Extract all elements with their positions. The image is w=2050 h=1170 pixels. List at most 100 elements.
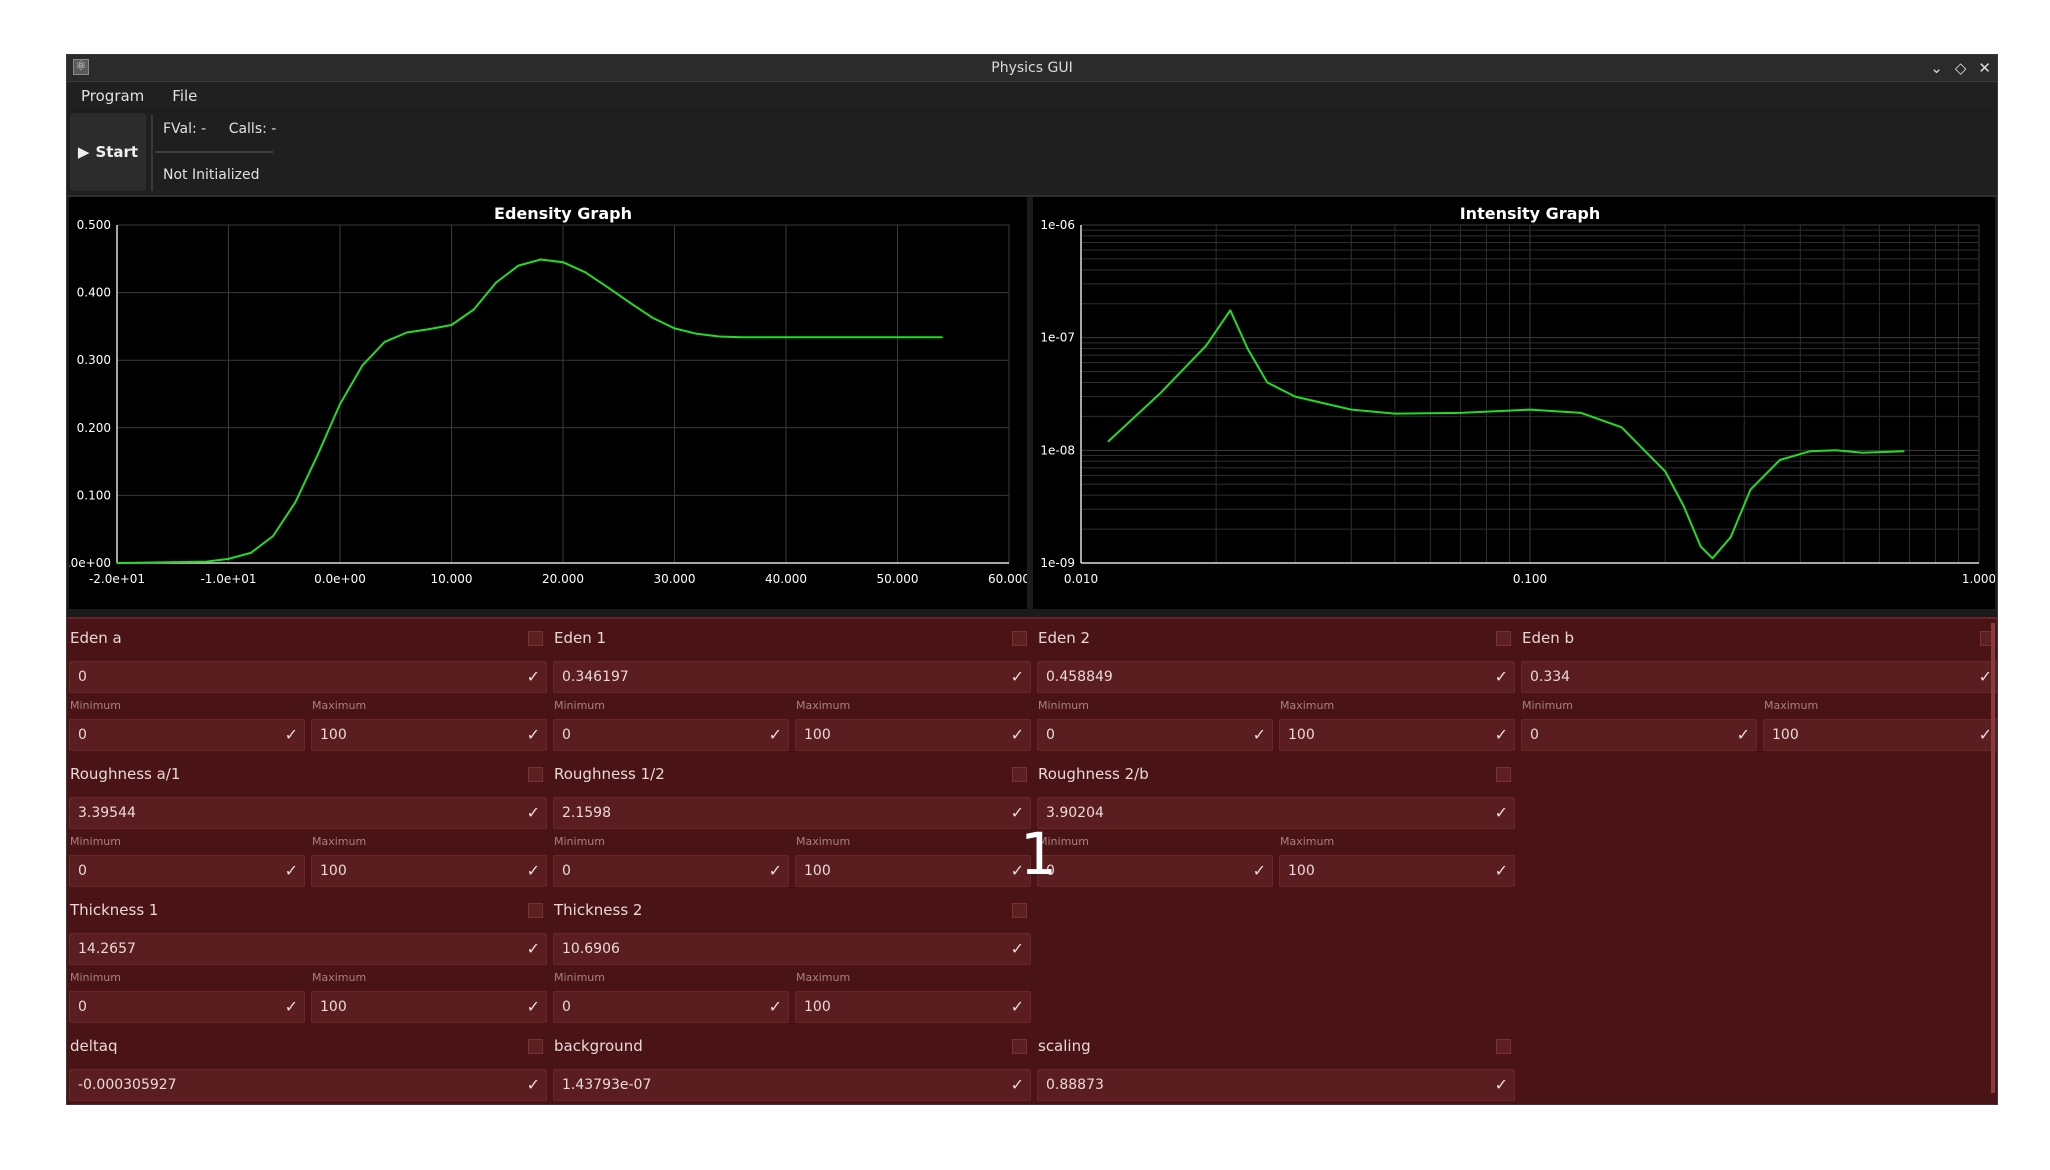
minimum-label: Minimum	[70, 835, 121, 848]
minimum-field[interactable]: 0 ✓	[69, 719, 305, 751]
minimum-field[interactable]: 0 ✓	[553, 855, 789, 887]
check-icon[interactable]: ✓	[285, 720, 298, 750]
value-field[interactable]: 0 ✓	[69, 661, 547, 693]
value-field[interactable]: 0.458849 ✓	[1037, 661, 1515, 693]
value-field[interactable]: -0.000305927 ✓	[69, 1069, 547, 1101]
maximum-field[interactable]: 100 ✓	[311, 855, 547, 887]
fix-checkbox[interactable]	[528, 767, 543, 782]
check-icon[interactable]: ✓	[527, 1070, 540, 1100]
check-icon[interactable]: ✓	[1979, 720, 1992, 750]
maximize-icon[interactable]: ◇	[1955, 59, 1967, 77]
minimum-field[interactable]: 0 ✓	[69, 855, 305, 887]
maximum-field[interactable]: 100 ✓	[795, 719, 1031, 751]
check-icon[interactable]: ✓	[1011, 934, 1024, 964]
check-icon[interactable]: ✓	[769, 992, 782, 1022]
check-icon[interactable]: ✓	[285, 992, 298, 1022]
maximum-field[interactable]: 100 ✓	[311, 719, 547, 751]
close-icon[interactable]: ✕	[1978, 59, 1991, 77]
check-icon[interactable]: ✓	[1737, 720, 1750, 750]
fix-checkbox[interactable]	[1012, 767, 1027, 782]
data-point	[1159, 392, 1161, 395]
check-icon[interactable]: ✓	[1979, 662, 1992, 692]
check-icon[interactable]: ✓	[527, 992, 540, 1022]
check-icon[interactable]: ✓	[527, 934, 540, 964]
data-point	[473, 308, 475, 311]
check-icon[interactable]: ✓	[1011, 992, 1024, 1022]
check-icon[interactable]: ✓	[1011, 662, 1024, 692]
check-icon[interactable]: ✓	[1253, 720, 1266, 750]
check-icon[interactable]: ✓	[769, 856, 782, 886]
check-icon[interactable]: ✓	[1495, 720, 1508, 750]
data-point	[696, 333, 698, 335]
minimum-value: 0	[78, 999, 87, 1015]
data-point	[740, 336, 743, 339]
fix-checkbox[interactable]	[1012, 903, 1027, 918]
minimum-field[interactable]: 0 ✓	[1037, 855, 1273, 887]
check-icon[interactable]: ✓	[285, 856, 298, 886]
check-icon[interactable]: ✓	[1011, 1070, 1024, 1100]
y-tick-label: 0.0e+00	[69, 556, 111, 570]
maximum-field[interactable]: 100 ✓	[1763, 719, 1997, 751]
check-icon[interactable]: ✓	[1253, 856, 1266, 886]
maximum-field[interactable]: 100 ✓	[795, 991, 1031, 1023]
minimum-field[interactable]: 0 ✓	[69, 991, 305, 1023]
value-field[interactable]: 0.88873 ✓	[1037, 1069, 1515, 1101]
value-field[interactable]: 0.334 ✓	[1521, 661, 1997, 693]
param-label: Thickness 1	[70, 901, 159, 919]
intensity-plot: Intensity Graph 0.010 0.100 1.000 1e-09 1e-08…	[1040, 204, 1995, 586]
minimum-field[interactable]: 0 ✓	[553, 991, 789, 1023]
fix-checkbox[interactable]	[1496, 767, 1511, 782]
fix-checkbox[interactable]	[528, 1039, 543, 1054]
fix-checkbox[interactable]	[1012, 1039, 1027, 1054]
value-field[interactable]: 0.346197 ✓	[553, 661, 1031, 693]
fix-checkbox[interactable]	[1496, 1039, 1511, 1054]
check-icon[interactable]: ✓	[527, 856, 540, 886]
params-scrollbar[interactable]	[1991, 623, 1995, 1093]
x-tick-label: 0.010	[1064, 572, 1098, 586]
minimum-label: Minimum	[1038, 699, 1089, 712]
menu-file[interactable]: File	[158, 87, 211, 105]
check-icon[interactable]: ✓	[527, 662, 540, 692]
minimum-field[interactable]: 0 ✓	[1037, 719, 1273, 751]
param-label: deltaq	[70, 1037, 118, 1055]
status-text: Not Initialized	[163, 167, 260, 183]
value-field[interactable]: 14.2657 ✓	[69, 933, 547, 965]
check-icon[interactable]: ✓	[527, 798, 540, 828]
value-field[interactable]: 10.6906 ✓	[553, 933, 1031, 965]
param-label: scaling	[1038, 1037, 1091, 1055]
x-tick-label: 10.000	[431, 572, 473, 586]
fix-checkbox[interactable]	[1012, 631, 1027, 646]
check-icon[interactable]: ✓	[527, 720, 540, 750]
minimum-label: Minimum	[554, 835, 605, 848]
check-icon[interactable]: ✓	[1495, 856, 1508, 886]
maximum-value: 100	[1288, 727, 1315, 743]
maximum-label: Maximum	[796, 699, 851, 712]
maximum-field[interactable]: 100 ✓	[1279, 719, 1515, 751]
param-label: Roughness 2/b	[1038, 765, 1149, 783]
minimum-field[interactable]: 0 ✓	[553, 719, 789, 751]
check-icon[interactable]: ✓	[769, 720, 782, 750]
fix-checkbox[interactable]	[528, 631, 543, 646]
value-field[interactable]: 3.90204 ✓	[1037, 797, 1515, 829]
start-button[interactable]: ▶ Start	[70, 113, 146, 191]
check-icon[interactable]: ✓	[1495, 662, 1508, 692]
data-point	[383, 341, 386, 343]
minimum-field[interactable]: 0 ✓	[1521, 719, 1757, 751]
x-tick-label: -2.0e+01	[89, 572, 145, 586]
check-icon[interactable]: ✓	[1495, 798, 1508, 828]
fix-checkbox[interactable]	[1496, 631, 1511, 646]
value-field[interactable]: 1.43793e-07 ✓	[553, 1069, 1031, 1101]
maximum-field[interactable]: 100 ✓	[311, 991, 547, 1023]
maximum-field[interactable]: 100 ✓	[795, 855, 1031, 887]
check-icon[interactable]: ✓	[1495, 1070, 1508, 1100]
value-field[interactable]: 3.39544 ✓	[69, 797, 547, 829]
value-field[interactable]: 2.1598 ✓	[553, 797, 1031, 829]
fix-checkbox[interactable]	[528, 903, 543, 918]
data-point	[1394, 412, 1396, 415]
maximum-value: 100	[804, 863, 831, 879]
menu-program[interactable]: Program	[67, 87, 158, 105]
check-icon[interactable]: ✓	[1011, 720, 1024, 750]
minimize-icon[interactable]: ⌄	[1930, 59, 1943, 77]
minimum-label: Minimum	[70, 971, 121, 984]
maximum-field[interactable]: 100 ✓	[1279, 855, 1515, 887]
